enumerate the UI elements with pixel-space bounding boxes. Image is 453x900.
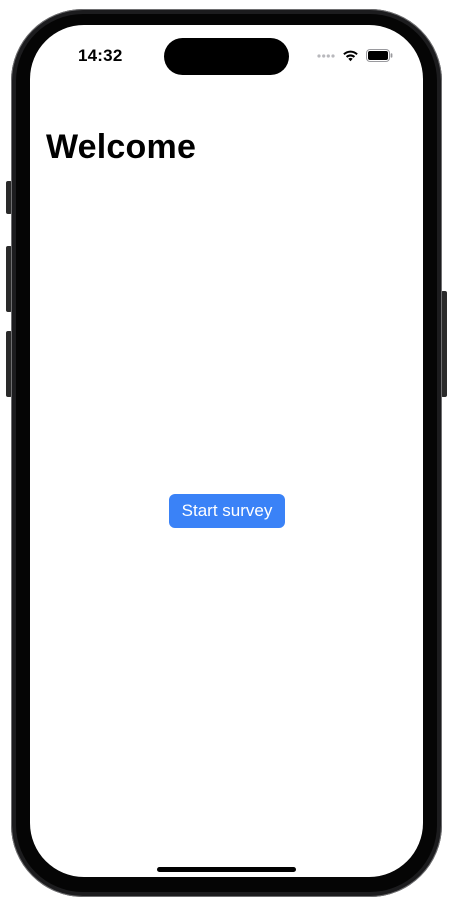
device-stage: 14:32 Welcome Start survey	[0, 0, 453, 900]
status-time: 14:32	[78, 46, 123, 65]
signal-dots-icon	[317, 53, 335, 58]
page-title: Welcome	[46, 128, 197, 166]
start-survey-button[interactable]: Start survey	[169, 494, 285, 528]
phone-screen: 14:32 Welcome Start survey	[30, 25, 423, 877]
status-icons	[317, 49, 393, 62]
home-indicator[interactable]	[157, 867, 296, 872]
battery-icon	[366, 49, 393, 62]
wifi-icon	[343, 50, 358, 62]
dynamic-island	[164, 38, 289, 75]
